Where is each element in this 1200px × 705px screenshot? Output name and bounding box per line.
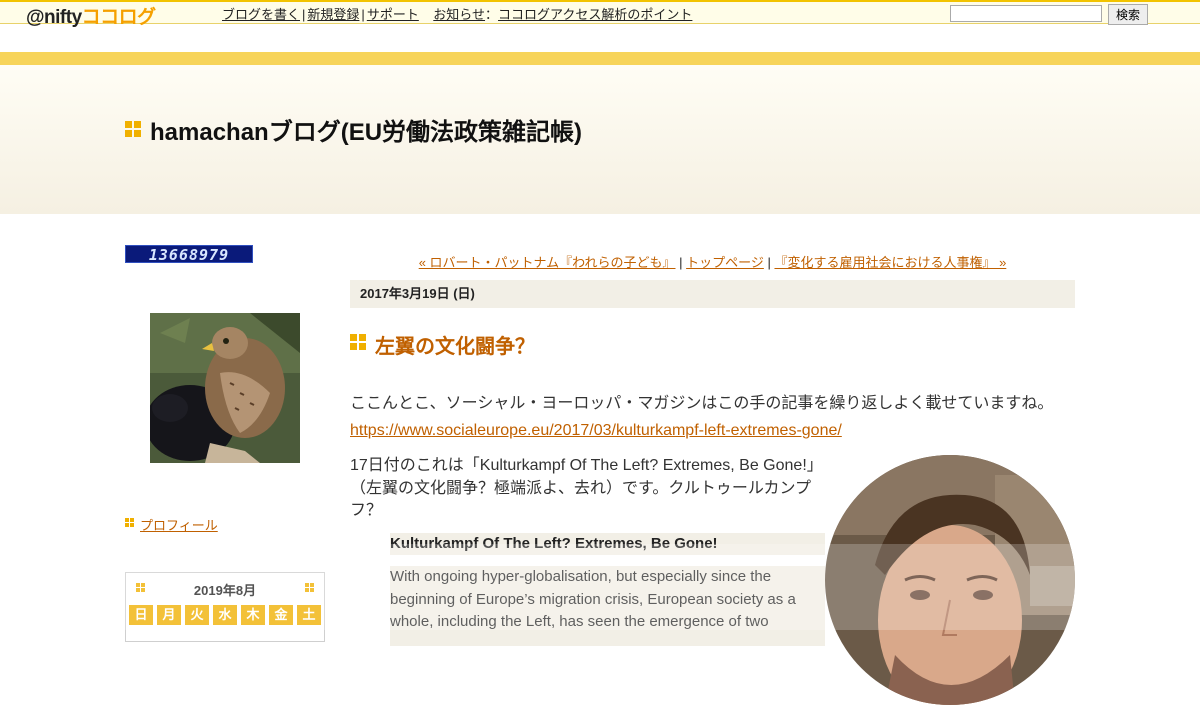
nav-separator: | bbox=[763, 255, 775, 270]
nav-support[interactable]: サポート bbox=[367, 7, 419, 22]
post-date: 2017年3月19日 (日) bbox=[350, 280, 1075, 308]
nav-divider: | bbox=[302, 7, 306, 22]
title-square-icon bbox=[125, 121, 141, 137]
top-page-link[interactable]: トップページ bbox=[686, 255, 764, 270]
logo-prefix: @nifty bbox=[26, 7, 82, 28]
post-title-square-icon bbox=[350, 334, 366, 350]
nifty-cocolog-logo[interactable]: @niftyココログ bbox=[26, 2, 156, 29]
nav-separator: | bbox=[675, 255, 687, 270]
social-europe-link[interactable]: https://www.socialeurope.eu/2017/03/kult… bbox=[350, 422, 842, 440]
profile-link[interactable]: プロフィール bbox=[140, 515, 218, 534]
blog-title[interactable]: hamachanブログ(EU労働法政策雑記帳) bbox=[150, 112, 582, 147]
header-stripe bbox=[0, 52, 1200, 65]
profile-square-icon bbox=[125, 518, 135, 528]
hawk-crow-image bbox=[150, 313, 300, 463]
access-counter: 13668979 bbox=[125, 245, 253, 264]
post-title[interactable]: 左翼の文化闘争？ bbox=[375, 330, 535, 359]
news-link[interactable]: ココログアクセス解析のポイント bbox=[498, 7, 692, 22]
news-colon: ： bbox=[485, 7, 499, 22]
post-paragraph-1: ここんとこ、ソーシャル・ヨーロッパ・マガジンはこの手の記事を繰り返しよく載せてい… bbox=[350, 395, 1054, 412]
nav-register[interactable]: 新規登録 bbox=[307, 7, 359, 22]
logo-suffix: ココログ bbox=[81, 7, 157, 28]
top-nav: ブログを書く | 新規登録 | サポート お知らせ：ココログアクセス解析のポイント bbox=[222, 4, 692, 23]
nav-news[interactable]: お知らせ bbox=[433, 7, 485, 22]
profile-photo[interactable] bbox=[150, 313, 300, 463]
post-paragraph-2: 17日付のこれは「Kulturkampf Of The Left? Extrem… bbox=[350, 457, 815, 519]
next-post-link[interactable]: 『変化する雇用社会における人事権』 » bbox=[774, 255, 1006, 270]
search-input[interactable] bbox=[950, 5, 1102, 22]
prev-post-link[interactable]: « ロバート・パットナム『われらの子ども』 bbox=[419, 255, 676, 270]
cookie-banner bbox=[0, 544, 1200, 630]
cookie-ok-button[interactable]: OK bbox=[1030, 566, 1170, 606]
search-button[interactable]: 検索 bbox=[1108, 4, 1148, 25]
post-navigation: « ロバート・パットナム『われらの子ども』 | トップページ | 『変化する雇用… bbox=[350, 252, 1075, 271]
blog-header: hamachanブログ(EU労働法政策雑記帳) bbox=[0, 65, 1200, 214]
nav-divider: | bbox=[361, 7, 365, 22]
nav-write-blog[interactable]: ブログを書く bbox=[222, 7, 300, 22]
nifty-topbar: @niftyココログ ブログを書く | 新規登録 | サポート お知らせ：ココログアクセ… bbox=[0, 0, 1200, 28]
